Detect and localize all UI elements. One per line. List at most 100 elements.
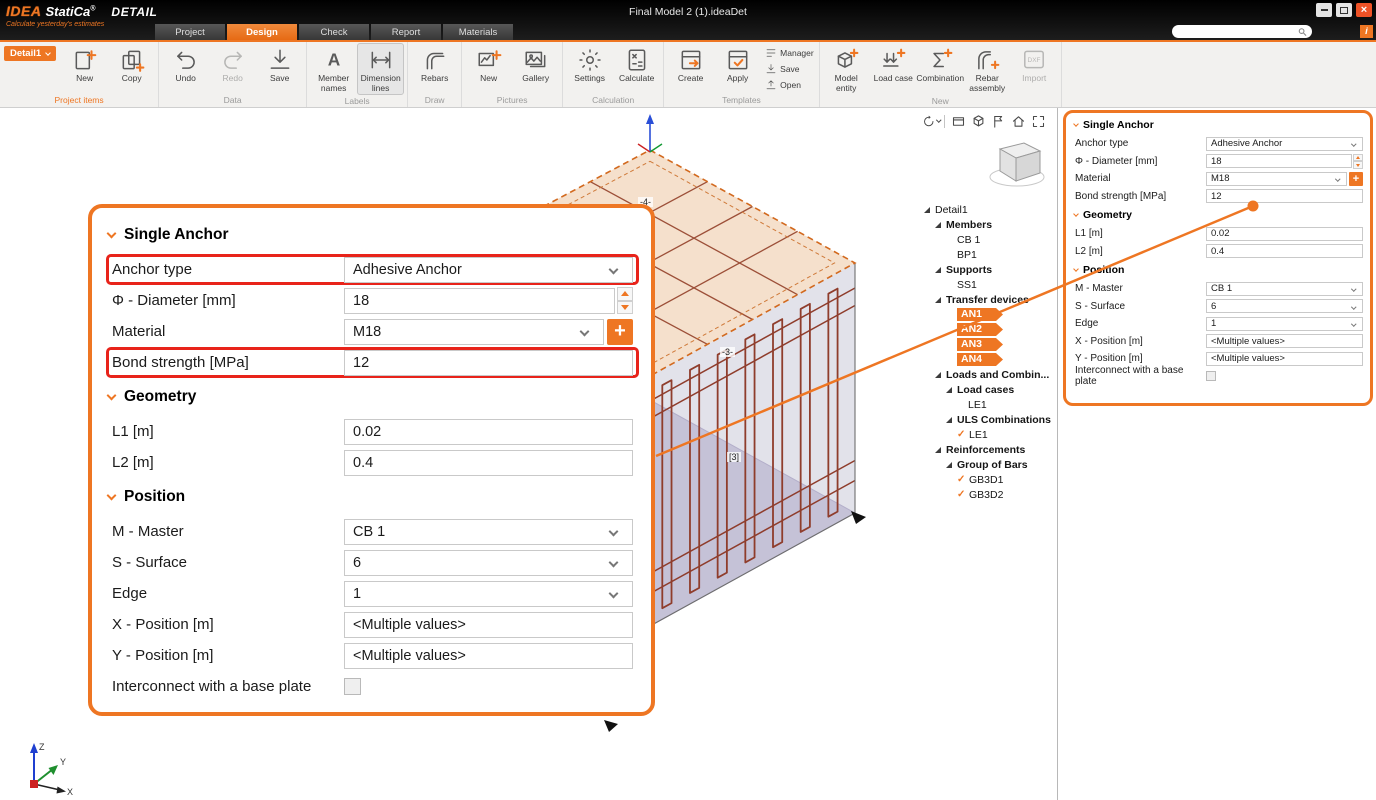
ribbon-new-button[interactable]: New: [465, 43, 512, 93]
tree-item-gb3d2[interactable]: ✓GB3D2: [922, 487, 1057, 502]
tab-project[interactable]: Project: [155, 24, 225, 40]
tree-item-supports[interactable]: Supports: [922, 262, 1057, 277]
section-header-single-anchor[interactable]: Single Anchor: [106, 216, 639, 254]
bond-strength-mpa-input[interactable]: 12: [1206, 189, 1363, 203]
diameter-mm-input[interactable]: 18: [1206, 154, 1352, 168]
l1-m-input[interactable]: 0.02: [344, 419, 633, 445]
tree-item-loads-and-combin[interactable]: Loads and Combin...: [922, 367, 1057, 382]
tree-expander-icon[interactable]: [946, 387, 957, 393]
tab-check[interactable]: Check: [299, 24, 369, 40]
tree-item-an1[interactable]: AN1: [922, 307, 1057, 322]
material-select[interactable]: M18: [344, 319, 604, 345]
tree-item-group-of-bars[interactable]: Group of Bars: [922, 457, 1057, 472]
ribbon-apply-button[interactable]: Apply: [714, 43, 761, 93]
tab-materials[interactable]: Materials: [443, 24, 513, 40]
spinner-up-button[interactable]: [617, 287, 633, 301]
anchor-type-select[interactable]: Adhesive Anchor: [344, 257, 633, 283]
ribbon-save-button[interactable]: Save: [763, 62, 816, 76]
section-header-single-anchor[interactable]: Single Anchor: [1074, 115, 1364, 135]
flag-button[interactable]: [989, 113, 1007, 129]
add-material-button[interactable]: [1349, 172, 1363, 186]
tree-expander-icon[interactable]: [935, 297, 946, 303]
diameter-mm-input[interactable]: 18: [344, 288, 615, 314]
info-button[interactable]: i: [1360, 25, 1373, 38]
ribbon-load-case-button[interactable]: Load case: [870, 43, 917, 93]
material-select[interactable]: M18: [1206, 172, 1347, 186]
tree-expander-icon[interactable]: [935, 447, 946, 453]
interconnect-with-a-base-plate-checkbox[interactable]: [1206, 371, 1216, 381]
tree-expander-icon[interactable]: [946, 417, 957, 423]
ribbon-rebar-assembly-button[interactable]: Rebar assembly: [964, 43, 1011, 95]
tree-item-detail1[interactable]: Detail1: [922, 202, 1057, 217]
tree-item-ss1[interactable]: SS1: [922, 277, 1057, 292]
tree-expander-icon[interactable]: [924, 207, 935, 213]
ribbon-settings-button[interactable]: Settings: [566, 43, 613, 93]
ribbon-save-button[interactable]: Save: [256, 43, 303, 93]
s-surface-select[interactable]: 6: [344, 550, 633, 576]
tree-item-load-cases[interactable]: Load cases: [922, 382, 1057, 397]
l2-m-input[interactable]: 0.4: [1206, 244, 1363, 258]
checkbox-checked-icon[interactable]: ✓: [957, 489, 969, 500]
m-master-select[interactable]: CB 1: [344, 519, 633, 545]
close-button[interactable]: ×: [1356, 3, 1372, 17]
tree-expander-icon[interactable]: [946, 462, 957, 468]
frame-button[interactable]: [949, 113, 967, 129]
tree-expander-icon[interactable]: [935, 267, 946, 273]
maximize-button[interactable]: [1336, 3, 1352, 17]
l2-m-input[interactable]: 0.4: [344, 450, 633, 476]
orbit-button[interactable]: [922, 113, 940, 129]
tree-item-an3[interactable]: AN3: [922, 337, 1057, 352]
tree-item-an2[interactable]: AN2: [922, 322, 1057, 337]
tree-item-cb-1[interactable]: CB 1: [922, 232, 1057, 247]
spinner-down-button[interactable]: [1353, 161, 1363, 169]
fit-view-button[interactable]: [1029, 113, 1047, 129]
tree-item-bp1[interactable]: BP1: [922, 247, 1057, 262]
search-input[interactable]: [1177, 26, 1298, 37]
m-master-select[interactable]: CB 1: [1206, 282, 1363, 296]
tree-expander-icon[interactable]: [935, 222, 946, 228]
ribbon-copy-button[interactable]: Copy: [108, 43, 155, 93]
ribbon-member-names-button[interactable]: AMember names: [310, 43, 357, 95]
spinner-down-button[interactable]: [617, 301, 633, 315]
y-position-m-input[interactable]: <Multiple values>: [1206, 352, 1363, 366]
tree-item-members[interactable]: Members: [922, 217, 1057, 232]
tree-item-le1[interactable]: LE1: [922, 397, 1057, 412]
ribbon-undo-button[interactable]: Undo: [162, 43, 209, 93]
ribbon-calculate-button[interactable]: Calculate: [613, 43, 660, 93]
search-box[interactable]: [1172, 25, 1312, 38]
ribbon-manager-button[interactable]: Manager: [763, 46, 816, 60]
section-header-geometry[interactable]: Geometry: [1074, 205, 1364, 225]
checkbox-checked-icon[interactable]: ✓: [957, 429, 969, 440]
bond-strength-mpa-input[interactable]: 12: [344, 350, 633, 376]
x-position-m-input[interactable]: <Multiple values>: [1206, 334, 1363, 348]
checkbox-checked-icon[interactable]: ✓: [957, 474, 969, 485]
ribbon-dimension-lines-button[interactable]: Dimension lines: [357, 43, 404, 95]
project-item-chip-detail1[interactable]: Detail1: [4, 46, 56, 61]
tab-design[interactable]: Design: [227, 24, 297, 40]
section-header-position[interactable]: Position: [106, 478, 639, 516]
ribbon-rebars-button[interactable]: Rebars: [411, 43, 458, 93]
cube-button[interactable]: [969, 113, 987, 129]
tree-item-an4[interactable]: AN4: [922, 352, 1057, 367]
anchor-type-select[interactable]: Adhesive Anchor: [1206, 137, 1363, 151]
add-material-button[interactable]: [607, 319, 633, 345]
ribbon-new-button[interactable]: New: [61, 43, 108, 93]
tab-report[interactable]: Report: [371, 24, 441, 40]
ribbon-gallery-button[interactable]: Gallery: [512, 43, 559, 93]
x-position-m-input[interactable]: <Multiple values>: [344, 612, 633, 638]
spinner-up-button[interactable]: [1353, 154, 1363, 162]
section-header-position[interactable]: Position: [1074, 260, 1364, 280]
ribbon-create-button[interactable]: Create: [667, 43, 714, 93]
ribbon-model-entity-button[interactable]: Model entity: [823, 43, 870, 95]
edge-select[interactable]: 1: [344, 581, 633, 607]
home-button[interactable]: [1009, 113, 1027, 129]
tree-expander-icon[interactable]: [935, 372, 946, 378]
ribbon-open-button[interactable]: Open: [763, 78, 816, 92]
s-surface-select[interactable]: 6: [1206, 299, 1363, 313]
l1-m-input[interactable]: 0.02: [1206, 227, 1363, 241]
tree-item-gb3d1[interactable]: ✓GB3D1: [922, 472, 1057, 487]
minimize-button[interactable]: [1316, 3, 1332, 17]
edge-select[interactable]: 1: [1206, 317, 1363, 331]
interconnect-with-a-base-plate-checkbox[interactable]: [344, 678, 361, 695]
tree-item-le1[interactable]: ✓LE1: [922, 427, 1057, 442]
